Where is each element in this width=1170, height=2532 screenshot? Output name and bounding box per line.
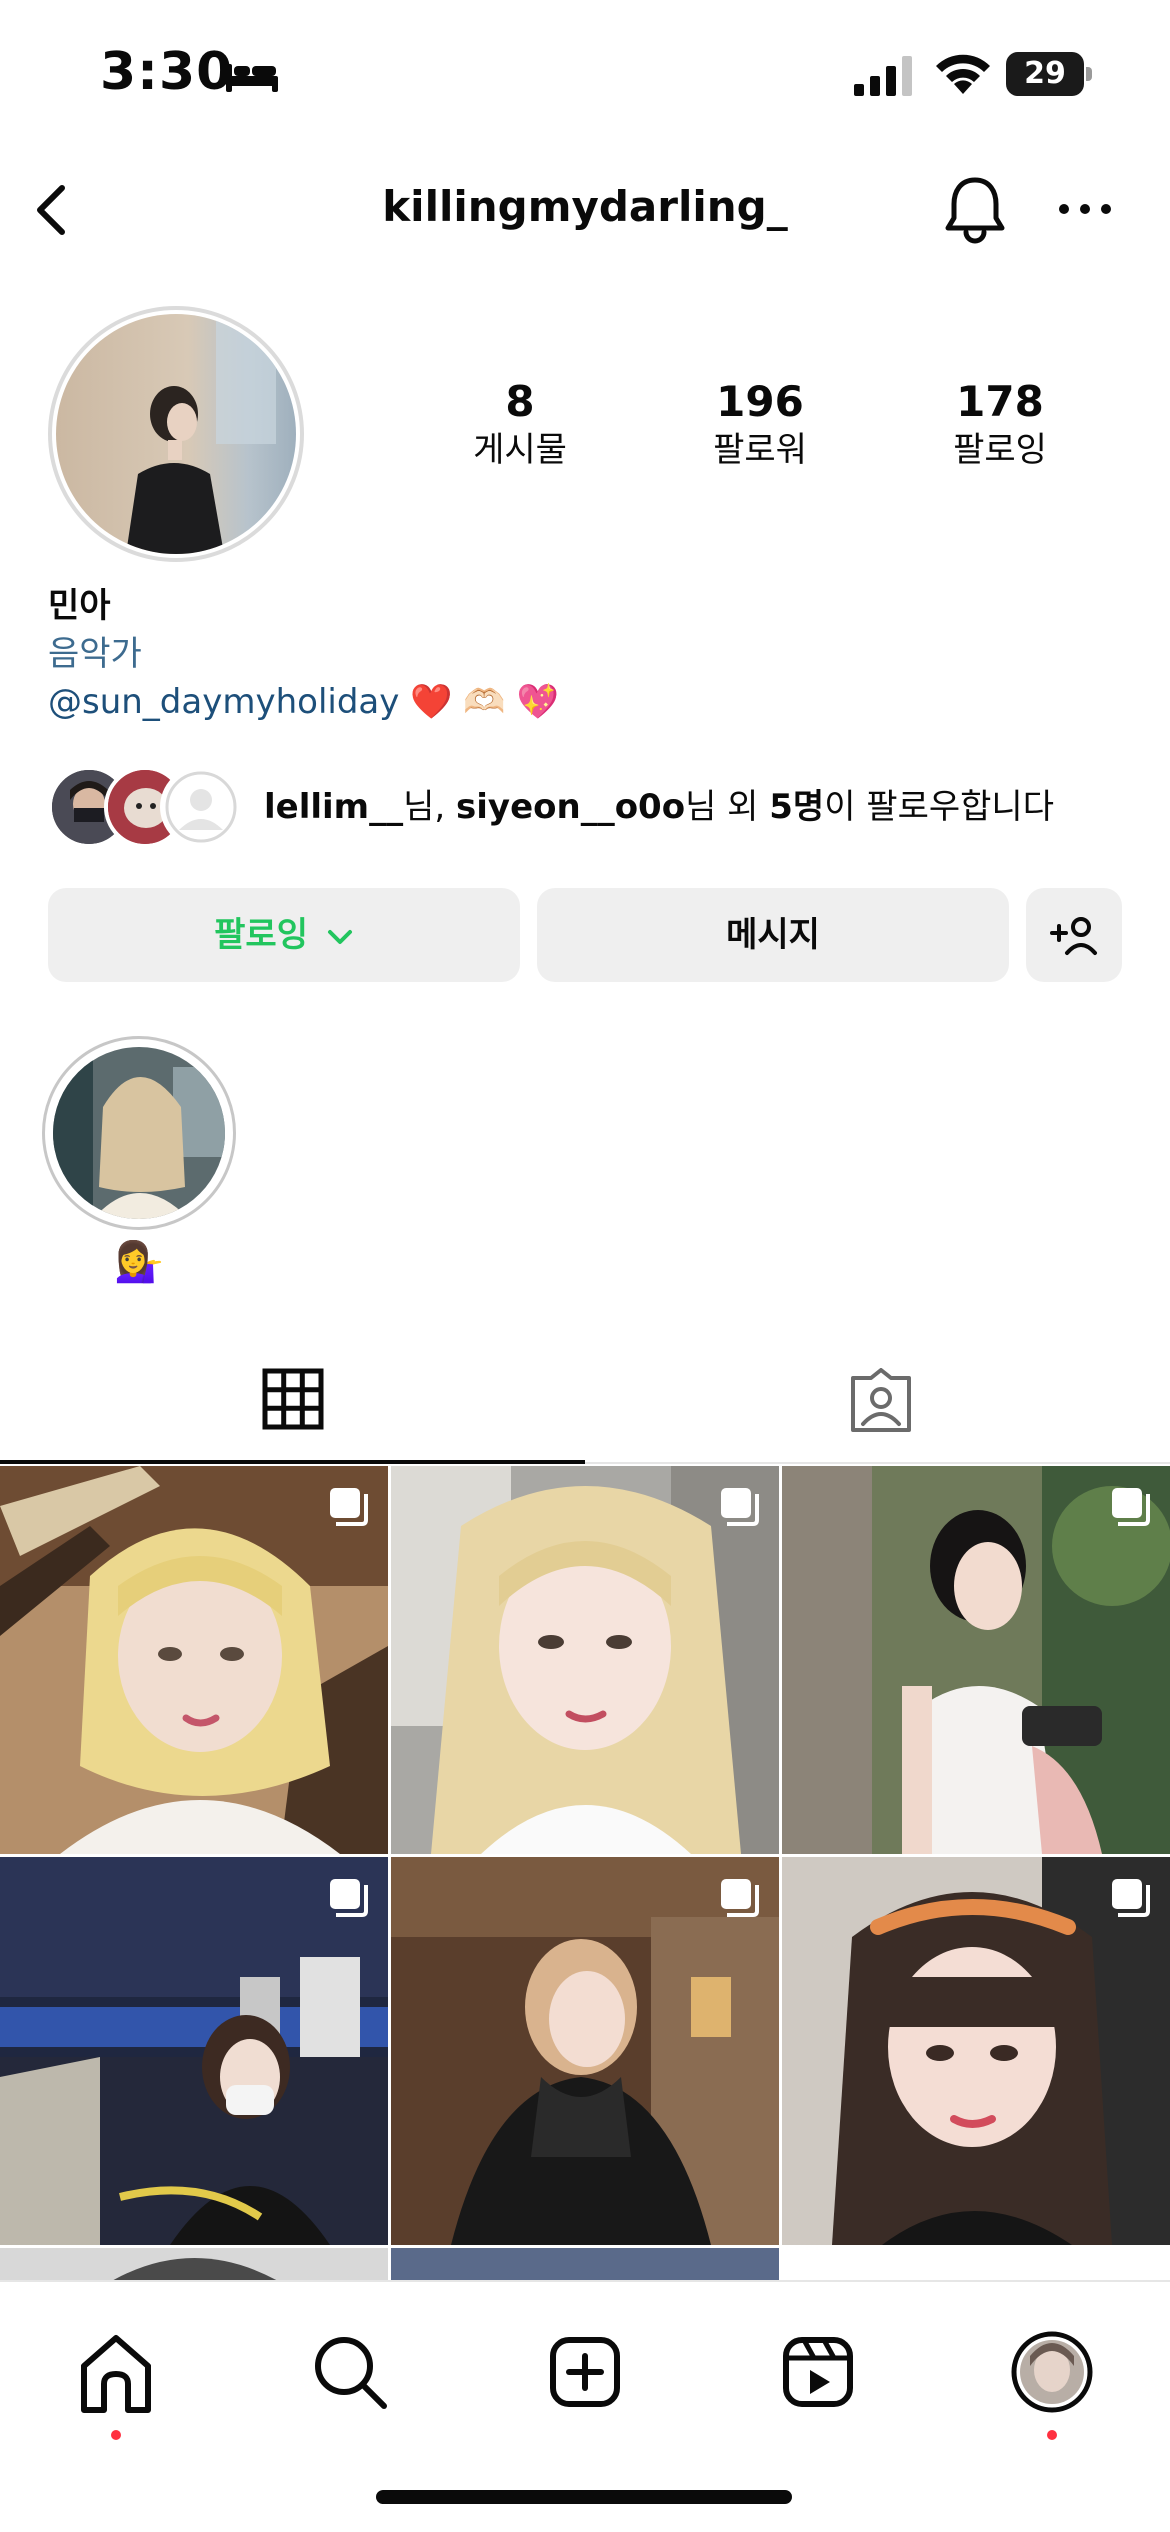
suggest-users-button[interactable] [1026,888,1122,982]
chevron-down-icon [327,929,352,944]
bio-emojis: ❤️ 🫶🏻 💖 [410,682,559,722]
posts-grid [0,1466,1170,2280]
profile-avatar [1011,2331,1093,2413]
avatar-photo [56,314,296,554]
mutual-user-1[interactable]: lellim__ [264,787,403,827]
profile-display-name: 민아 [48,586,111,626]
wifi-icon [936,54,990,94]
grid-icon [262,1368,324,1430]
stat-posts-count: 8 [505,377,535,426]
mutual-followers[interactable]: lellim__님, siyeon__o0o님 외 5명이 팔로우합니다 [48,764,1148,850]
post-thumbnail[interactable] [782,1857,1170,2245]
post-thumbnail[interactable] [0,1466,388,1854]
nav-create[interactable] [535,2322,635,2422]
profile-mention-link[interactable]: @sun_daymyholiday [48,682,399,722]
multi-post-icon [1112,1879,1150,1917]
profile-stats: 8 게시물 196 팔로워 178 팔로잉 [400,376,1120,486]
post-thumbnail[interactable] [0,2248,388,2280]
home-indicator[interactable] [376,2490,792,2504]
multi-post-icon [330,1488,368,1526]
stat-following[interactable]: 178 팔로잉 [900,376,1100,472]
multi-post-icon [330,1879,368,1917]
bed-icon [226,64,278,92]
post-thumbnail[interactable] [391,1466,779,1854]
profile-tabs [0,1340,1170,1464]
create-icon [550,2337,620,2407]
notification-dot [1047,2430,1057,2440]
post-thumbnail[interactable] [391,2248,779,2280]
multi-post-icon [721,1488,759,1526]
mutual-user-2[interactable]: siyeon__o0o [456,787,685,827]
home-icon [81,2335,151,2413]
profile-username: killingmydarling_ [382,182,788,231]
nav-home[interactable] [66,2322,166,2440]
status-bar: 3:30 29 [0,0,1170,150]
more-icon[interactable] [1052,184,1118,234]
post-thumbnail[interactable] [782,1466,1170,1854]
nav-search[interactable] [300,2322,400,2422]
stat-following-count: 178 [956,377,1044,426]
stat-posts[interactable]: 8 게시물 [420,376,620,472]
nav-reels[interactable] [768,2322,868,2422]
signal-icon [854,56,912,96]
highlight-cover [53,1047,225,1219]
stat-followers-label: 팔로워 [713,430,807,470]
nav-profile[interactable] [1002,2322,1102,2440]
multi-post-icon [1112,1488,1150,1526]
reels-icon [783,2337,853,2407]
profile-header: killingmydarling_ [0,160,1170,260]
profile-avatar[interactable] [48,306,304,562]
stat-followers-count: 196 [716,377,804,426]
story-highlight[interactable] [42,1036,236,1230]
following-button[interactable]: 팔로잉 [48,888,520,982]
post-thumbnail[interactable] [391,1857,779,2245]
multi-post-icon [721,1879,759,1917]
tagged-icon [851,1368,911,1432]
tab-posts-grid[interactable] [0,1340,585,1464]
mutual-avatar-default [160,766,242,848]
profile-bio: 민아 음악가 @sun_daymyholiday ❤️ 🫶🏻 💖 [48,582,1128,726]
stat-followers[interactable]: 196 팔로워 [660,376,860,472]
mutual-avatars [48,764,248,850]
bell-icon[interactable] [940,172,1010,248]
following-button-label: 팔로잉 [214,915,308,955]
mutual-followers-text: lellim__님, siyeon__o0o님 외 5명이 팔로우합니다 [264,787,1054,827]
mutual-others-count: 5명 [769,787,825,827]
stat-posts-label: 게시물 [473,430,567,470]
profile-category: 음악가 [48,634,142,674]
search-icon [315,2337,387,2409]
battery-indicator: 29 [1006,52,1092,96]
tab-tagged[interactable] [585,1340,1170,1464]
message-button[interactable]: 메시지 [537,888,1009,982]
highlight-label: 💁‍♀️ [114,1239,164,1285]
chevron-left-icon[interactable] [20,176,84,244]
stat-following-label: 팔로잉 [953,430,1047,470]
post-thumbnail[interactable] [0,1857,388,2245]
profile-actions: 팔로잉 메시지 [48,888,1122,982]
status-time: 3:30 [100,42,234,102]
notification-dot [111,2430,121,2440]
add-user-icon [1050,917,1097,955]
